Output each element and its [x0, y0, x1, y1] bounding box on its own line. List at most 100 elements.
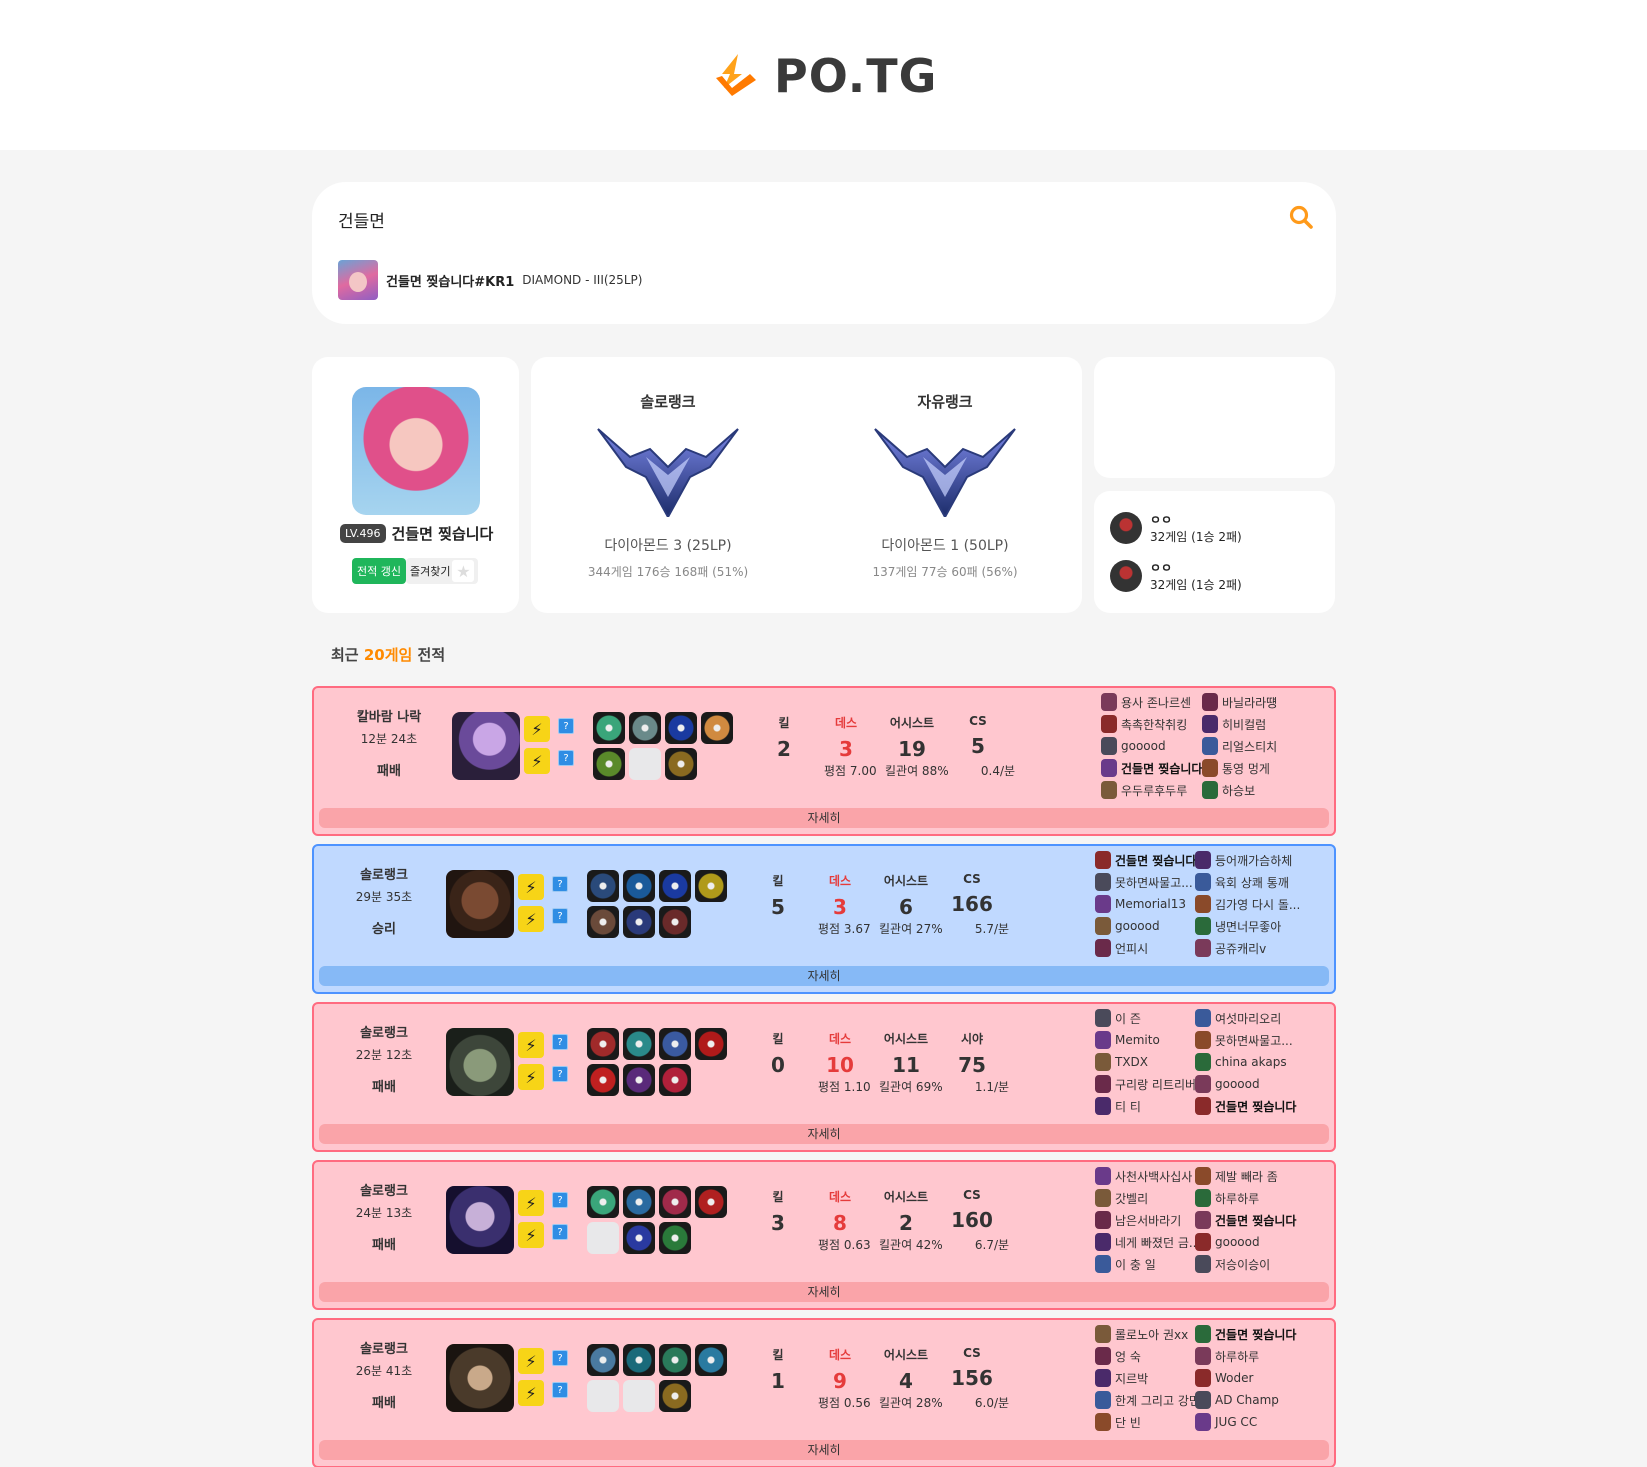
player-champion-icon [1195, 1097, 1211, 1115]
stat-value: 166 [951, 892, 993, 916]
player-entry[interactable]: 못하면싸물고... [1095, 872, 1193, 892]
flash-spell-icon: ⚡ [518, 1064, 544, 1090]
player-entry[interactable]: 지르박 [1095, 1368, 1148, 1388]
player-entry[interactable]: TXDX [1095, 1052, 1148, 1072]
rune-icon: ? [552, 1382, 568, 1398]
star-icon: ★ [452, 560, 475, 582]
match-detail-button[interactable]: 자세히 [319, 808, 1329, 828]
player-entry[interactable]: 촉촉한착취킹 [1101, 714, 1187, 734]
player-entry[interactable]: 사천사백사십사 [1095, 1166, 1192, 1186]
flash-spell-icon: ⚡ [518, 1190, 544, 1216]
player-entry[interactable]: 못하면싸물고... [1195, 1030, 1293, 1050]
player-entry[interactable]: Memorial13 [1095, 894, 1186, 914]
player-entry[interactable]: 제발 빼라 좀 [1195, 1166, 1278, 1186]
duo-name: ㅇㅇ [1150, 513, 1173, 527]
player-entry[interactable]: 롤로노아 권xx [1095, 1324, 1188, 1344]
player-entry[interactable]: 하승보 [1202, 780, 1255, 800]
player-entry[interactable]: 건들면 찢습니다 [1095, 850, 1196, 870]
player-entry[interactable]: 건들면 찢습니다 [1195, 1324, 1296, 1344]
recent-prefix: 최근 [331, 646, 364, 664]
player-entry[interactable]: gooood [1195, 1232, 1260, 1252]
player-entry[interactable]: 건들면 찢습니다 [1195, 1096, 1296, 1116]
favorite-button[interactable]: 즐겨찾기 ★ [405, 558, 479, 584]
player-entry[interactable]: 네게 빠졌던 금... [1095, 1232, 1200, 1252]
player-entry[interactable]: AD Champ [1195, 1390, 1279, 1410]
player-entry[interactable]: 단 빈 [1095, 1412, 1141, 1432]
match-card[interactable]: 솔로랭크 22분 12초 패배 ⚡ ⚡?? 킬 0 데스 10 어시스트 11 시야 75 평점 1.10… [312, 1002, 1336, 1152]
player-entry[interactable]: 우두루후두루 [1101, 780, 1187, 800]
search-input[interactable] [338, 204, 1218, 234]
player-name: 엉 숙 [1115, 1349, 1141, 1364]
player-name: 건들면 찢습니다 [1215, 1213, 1297, 1228]
match-result: 승리 [372, 922, 396, 937]
match-card[interactable]: 솔로랭크 24분 13초 패배 ⚡ ⚡?? 킬 3 데스 8 어시스트 2 CS 160 평점 0.63 킬… [312, 1160, 1336, 1310]
match-card[interactable]: 솔로랭크 26분 41초 패배 ⚡ ⚡?? 킬 1 데스 9 어시스트 4 CS 156 평점 0.56 킬… [312, 1318, 1336, 1467]
match-detail-button[interactable]: 자세히 [319, 1282, 1329, 1302]
player-entry[interactable]: 용사 존나르센 [1101, 692, 1191, 712]
player-entry[interactable]: 하루하루 [1195, 1188, 1259, 1208]
match-detail-button[interactable]: 자세히 [319, 966, 1329, 986]
player-entry[interactable]: 공쥬캐리v [1195, 938, 1266, 958]
duo-item[interactable]: ㅇㅇ 32게임 (1승 2패) [1110, 511, 1242, 545]
player-entry[interactable]: 김가영 다시 돌... [1195, 894, 1300, 914]
player-entry[interactable]: 리얼스티치 [1202, 736, 1277, 756]
player-entry[interactable]: 구리랑 리트리버 [1095, 1074, 1196, 1094]
player-champion-icon [1195, 851, 1211, 869]
kill-participation: 킬관여 27% [879, 922, 943, 936]
player-entry[interactable]: china akaps [1195, 1052, 1287, 1072]
player-entry[interactable]: 언피시 [1095, 938, 1148, 958]
stat-label: 데스 [834, 716, 858, 730]
player-entry[interactable]: Woder [1195, 1368, 1253, 1388]
player-entry[interactable]: gooood [1195, 1074, 1260, 1094]
player-entry[interactable]: 건들면 찢습니다 [1101, 758, 1202, 778]
player-champion-icon [1195, 1391, 1211, 1409]
player-entry[interactable]: Memito [1095, 1030, 1160, 1050]
player-entry[interactable]: gooood [1095, 916, 1160, 936]
player-champion-icon [1095, 1255, 1111, 1273]
player-entry[interactable]: 한계 그리고 강민 [1095, 1390, 1200, 1410]
player-entry[interactable]: 이 즌 [1095, 1008, 1141, 1028]
player-entry[interactable]: 냉면너무좋아 [1195, 916, 1281, 936]
player-entry[interactable]: 남은서바라기 [1095, 1210, 1181, 1230]
player-entry[interactable]: 히비컬럼 [1202, 714, 1266, 734]
player-entry[interactable]: 육회 상쾌 통깨 [1195, 872, 1289, 892]
player-champion-icon [1195, 1325, 1211, 1343]
logo[interactable]: PO.TG [712, 49, 937, 103]
flash-spell-icon: ⚡ [518, 1032, 544, 1058]
stat-label: 어시스트 [883, 1190, 929, 1204]
player-entry[interactable]: 엉 숙 [1095, 1346, 1141, 1366]
player-champion-icon [1095, 1369, 1111, 1387]
player-entry[interactable]: 바닐라라떙 [1202, 692, 1277, 712]
search-panel: 건들면 찢습니다#KR1 DIAMOND - III(25LP) [312, 182, 1336, 324]
player-entry[interactable]: 등어깨가슴하체 [1195, 850, 1292, 870]
match-card[interactable]: 솔로랭크 29분 35초 승리 ⚡ ⚡?? 킬 5 데스 3 어시스트 6 CS 166 평점 3.67 킬… [312, 844, 1336, 994]
suggestion-avatar [338, 260, 378, 300]
player-name: 롤로노아 권xx [1115, 1327, 1189, 1342]
player-entry[interactable]: 통영 멍게 [1202, 758, 1270, 778]
player-entry[interactable]: 여섯마리오리 [1195, 1008, 1281, 1028]
profile-avatar [352, 387, 480, 515]
player-entry[interactable]: 건들면 찢습니다 [1195, 1210, 1296, 1230]
player-entry[interactable]: 하루하루 [1195, 1346, 1259, 1366]
player-entry[interactable]: 저승이승이 [1195, 1254, 1270, 1274]
player-entry[interactable]: 이 충 일 [1095, 1254, 1156, 1274]
player-entry[interactable]: 갓벨리 [1095, 1188, 1148, 1208]
update-record-button[interactable]: 전적 갱신 [352, 558, 406, 584]
match-detail-button[interactable]: 자세히 [319, 1124, 1329, 1144]
match-card[interactable]: 칼바람 나락 12분 24초 패배 ⚡ ⚡?? 킬 2 데스 3 어시스트 19 CS 5 평점 7.00… [312, 686, 1336, 836]
player-champion-icon [1095, 851, 1111, 869]
player-entry[interactable]: gooood [1101, 736, 1166, 756]
player-name: 냉면너무좋아 [1215, 919, 1282, 934]
duo-item[interactable]: ㅇㅇ 32게임 (1승 2패) [1110, 559, 1242, 593]
stat-value: 156 [951, 1366, 993, 1390]
search-icon[interactable] [1288, 204, 1314, 230]
player-entry[interactable]: JUG CC [1195, 1412, 1257, 1432]
match-detail-button[interactable]: 자세히 [319, 1440, 1329, 1460]
flash-spell-icon: ⚡ [524, 748, 550, 774]
item-icon [623, 906, 655, 938]
player-entry[interactable]: 티 티 [1095, 1096, 1141, 1116]
match-result: 패배 [372, 1080, 396, 1095]
match-result: 패배 [372, 1238, 396, 1253]
search-suggestion[interactable]: 건들면 찢습니다#KR1 DIAMOND - III(25LP) [338, 260, 642, 300]
flash-spell-icon: ⚡ [524, 716, 550, 742]
